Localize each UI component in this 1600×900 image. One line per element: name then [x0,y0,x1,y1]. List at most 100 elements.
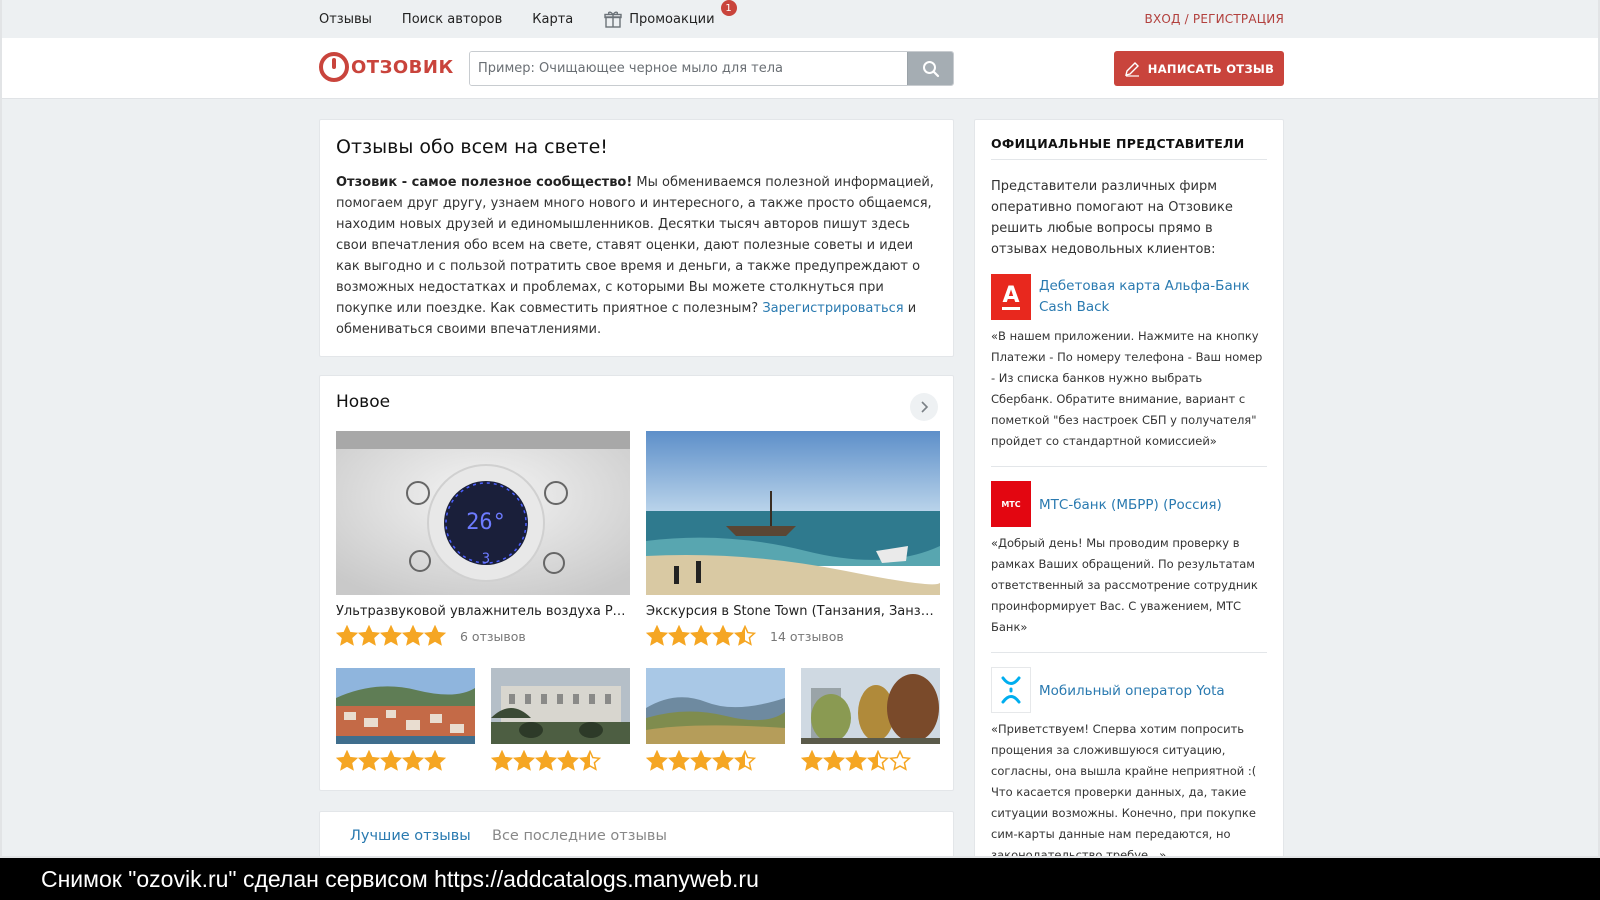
alfa-logo-letter: А [1002,282,1020,310]
rep-quote: «Добрый день! Мы проводим проверку в рам… [991,536,1258,634]
star-full-icon [668,625,690,646]
logo-mark-icon [319,52,349,82]
chevron-right-icon [921,401,929,413]
humidifier-image[interactable]: 26° 3 [336,431,630,595]
review-count[interactable]: 6 отзывов [460,629,526,644]
search-icon [922,60,939,77]
review-item-small-3[interactable] [646,668,785,772]
rep-quote: «В нашем приложении. Нажмите на кнопку П… [991,329,1263,448]
star-rating [491,750,630,772]
star-empty-icon [889,750,911,771]
nav-author-search-link[interactable]: Поиск авторов [402,12,502,27]
sidebar-title: ОФИЦИАЛЬНЫЕ ПРЕДСТАВИТЕЛИ [991,136,1267,160]
star-full-icon [845,750,867,771]
search-input[interactable] [470,52,907,85]
palace-garden-image[interactable] [491,668,630,744]
star-full-icon [801,750,823,771]
rep-name-link[interactable]: Мобильный оператор Yota [1039,679,1225,702]
mountain-landscape-image[interactable] [646,668,785,744]
star-full-icon [424,750,446,771]
official-reps-sidebar: ОФИЦИАЛЬНЫЕ ПРЕДСТАВИТЕЛИ Представители … [974,119,1284,858]
review-count[interactable]: 14 отзывов [770,629,844,644]
svg-text:26°: 26° [466,510,506,535]
rep-header: МТС МТС-банк (МБРР) (Россия) [991,481,1267,527]
star-full-icon [424,625,446,646]
write-review-label: НАПИСАТЬ ОТЗЫВ [1147,61,1275,76]
screenshot-caption: Снимок "ozovik.ru" сделан сервисом https… [0,858,1600,900]
search-button[interactable] [907,52,953,85]
reviews-tabs-card: Лучшие отзывы Все последние отзывы [319,811,954,856]
review-item-stone-town[interactable]: Экскурсия в Stone Town (Танзания, Занзиб… [646,431,940,647]
promo-count-badge: 1 [720,0,737,16]
tab-best-reviews[interactable]: Лучшие отзывы [350,828,471,844]
star-full-icon [336,625,358,646]
pencil-icon [1124,61,1139,77]
review-item-small-1[interactable] [336,668,475,772]
review-item-small-4[interactable] [801,668,940,772]
star-full-icon [712,625,734,646]
intro-card: Отзывы обо всем на свете! Отзовик - само… [319,119,954,357]
star-full-icon [380,750,402,771]
mts-bank-icon[interactable]: МТС [991,481,1031,527]
gift-icon [604,11,622,28]
star-full-icon [402,750,424,771]
review-item-humidifier[interactable]: 26° 3 Ультразвуковой увлажнитель воздуха… [336,431,630,647]
rep-name-link[interactable]: МТС-банк (МБРР) (Россия) [1039,493,1222,516]
star-full-icon [646,625,668,646]
star-rating [646,750,785,772]
star-full-icon [668,750,690,771]
star-full-icon [513,750,535,771]
star-rating [336,625,446,647]
nav-map-link[interactable]: Карта [532,12,573,27]
rating-row: 6 отзывов [336,625,630,647]
stone-town-image[interactable] [646,431,940,595]
top-bar: Отзывы Поиск авторов Карта Промоакции 1 … [2,0,1598,38]
top-nav: Отзывы Поиск авторов Карта Промоакции 1 [319,0,745,38]
write-review-button[interactable]: НАПИСАТЬ ОТЗЫВ [1114,51,1284,86]
review-item-title[interactable]: Ультразвуковой увлажнитель воздуха Prim.… [336,604,630,619]
rep-header: А Дебетовая карта Альфа-Банк Cash Back [991,274,1267,320]
nav-reviews-link[interactable]: Отзывы [319,12,372,27]
rep-mts-bank: МТС МТС-банк (МБРР) (Россия) «Добрый ден… [991,481,1267,653]
star-rating [646,625,756,647]
rep-alfa-bank: А Дебетовая карта Альфа-Банк Cash Back «… [991,274,1267,467]
star-full-icon [823,750,845,771]
star-full-icon [402,625,424,646]
next-button[interactable] [910,393,938,421]
intro-bold-lead: Отзовик - самое полезное сообщество! [336,175,633,190]
star-full-icon [535,750,557,771]
mts-logo-text: МТС [1001,499,1021,509]
yota-icon[interactable] [991,667,1031,713]
autumn-trees-image[interactable] [801,668,940,744]
rating-row: 14 отзывов [646,625,940,647]
rep-yota: Мобильный оператор Yota «Приветствуем! С… [991,667,1267,858]
nav-promo-link[interactable]: Промоакции 1 [603,0,737,29]
login-register-link[interactable]: ВХОД / РЕГИСТРАЦИЯ [1145,12,1284,26]
star-full-icon [358,625,380,646]
rep-header: Мобильный оператор Yota [991,667,1267,713]
site-logo[interactable]: ОТЗОВИК [319,52,454,82]
sidebar-intro: Представители различных фирм оперативно … [991,179,1233,257]
intro-body: Мы обмениваемся полезной информацией, по… [336,175,934,316]
nav-promo-label: Промоакции [629,11,715,27]
browser-viewport: Отзывы Поиск авторов Карта Промоакции 1 … [0,0,1600,858]
rep-name-link[interactable]: Дебетовая карта Альфа-Банк Cash Back [1039,274,1267,318]
star-full-icon [380,625,402,646]
review-item-title[interactable]: Экскурсия в Stone Town (Танзания, Занзиб… [646,604,940,619]
intro-title: Отзывы обо всем на свете! [336,136,608,158]
star-half-icon [734,625,756,646]
city-coast-image[interactable] [336,668,475,744]
rep-quote: «Приветствуем! Сперва хотим попросить пр… [991,722,1257,858]
star-rating [801,750,940,772]
star-full-icon [557,750,579,771]
star-full-icon [336,750,358,771]
svg-text:3: 3 [482,551,490,567]
alfa-bank-icon[interactable]: А [991,274,1031,320]
star-full-icon [646,750,668,771]
new-reviews-card: Новое 26° 3 Ультразвуковой увлажнитель в… [319,375,954,791]
tab-latest-reviews[interactable]: Все последние отзывы [492,828,667,844]
register-link[interactable]: Зарегистрироваться [762,301,903,316]
review-item-small-2[interactable] [491,668,630,772]
star-half-icon [734,750,756,771]
star-half-icon [579,750,601,771]
